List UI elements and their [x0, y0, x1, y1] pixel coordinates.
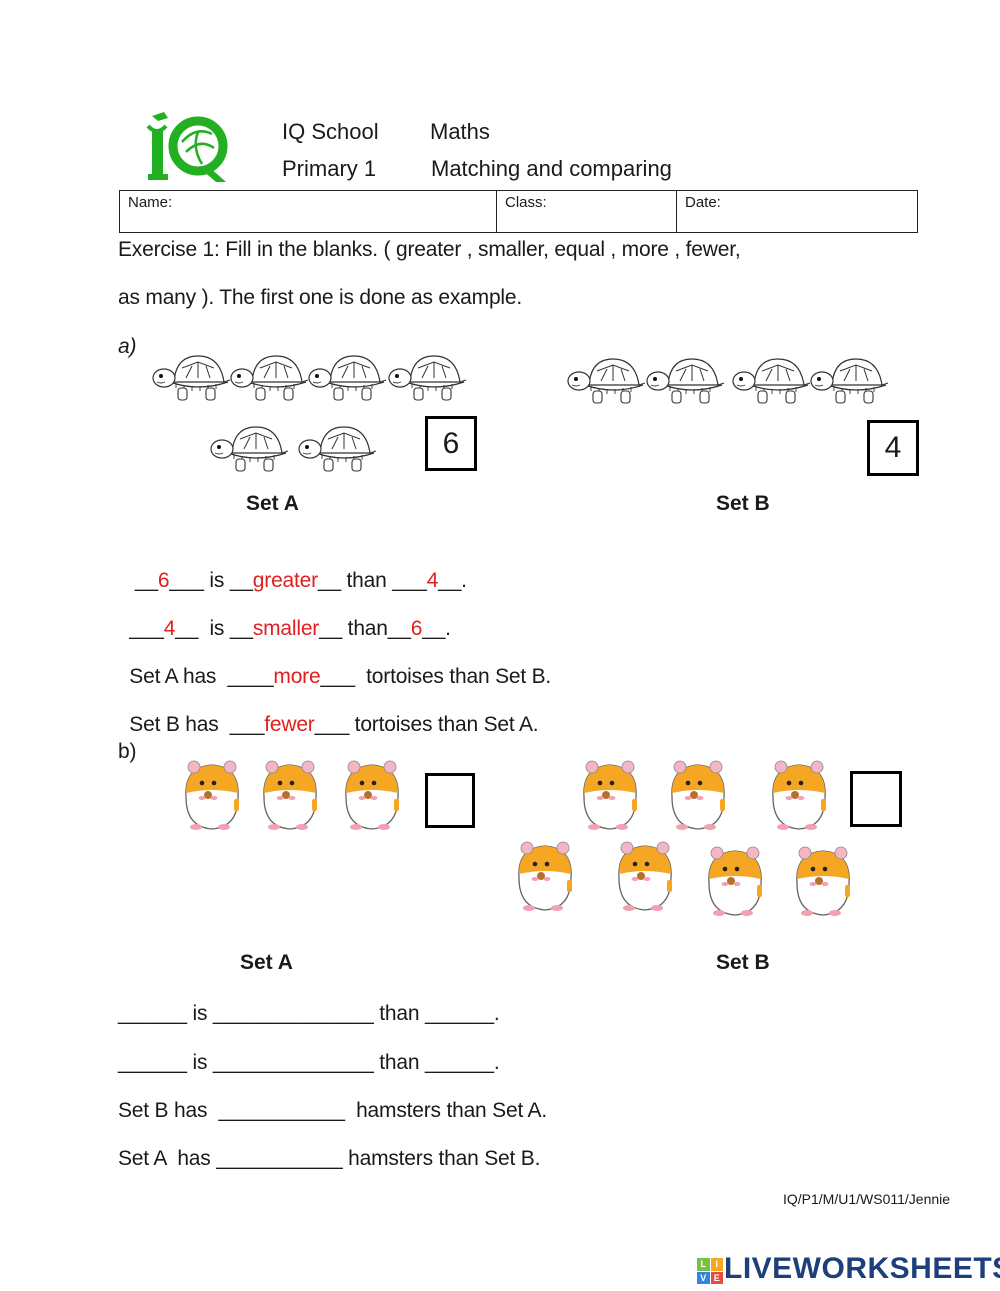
answer-blank[interactable]: greater	[253, 569, 318, 592]
date-field[interactable]: Date:	[677, 191, 917, 232]
part-b-set-b-label: Set B	[716, 951, 770, 974]
set-b-count-input[interactable]	[850, 771, 902, 827]
tortoise-icon	[308, 355, 387, 401]
set-b-count: 4	[884, 431, 902, 464]
student-info-table: Name: Class: Date:	[119, 190, 918, 233]
school-logo	[146, 112, 228, 184]
hamster-icon	[796, 846, 851, 917]
part-b-label: b)	[118, 740, 137, 763]
hamster-icon	[185, 760, 240, 831]
tortoise-icon	[732, 358, 811, 404]
hamster-icon	[263, 760, 318, 831]
answer-blank[interactable]: fewer	[264, 713, 315, 736]
tortoise-icon	[210, 426, 289, 472]
part-b-sentence-4[interactable]: Set A has ___________ hamsters than Set …	[118, 1147, 540, 1171]
liveworksheets-logo-icon: L I V E	[697, 1258, 723, 1284]
answer-blank[interactable]: more	[273, 665, 320, 688]
school-name: IQ School	[282, 119, 379, 144]
hamster-icon	[671, 760, 726, 831]
part-b-sentence-3[interactable]: Set B has ___________ hamsters than Set …	[118, 1099, 547, 1123]
hamster-icon	[518, 841, 573, 912]
hamster-icon	[618, 841, 673, 912]
tortoise-icon	[388, 355, 467, 401]
level: Primary 1	[282, 156, 377, 181]
part-a-sentence-3: Set A has ____more___ tortoises than Set…	[129, 665, 552, 688]
set-b-count-box: 4	[867, 420, 919, 476]
hamster-icon	[345, 760, 400, 831]
answer-blank[interactable]: 4	[427, 569, 439, 592]
liveworksheets-brand[interactable]: LIVEWORKSHEETS	[724, 1252, 1000, 1286]
part-a-sentence-4: Set B has ___fewer___ tortoises than Set…	[129, 713, 539, 736]
tortoise-icon	[230, 355, 309, 401]
part-a-set-a-label: Set A	[246, 492, 299, 515]
answer-blank[interactable]: smaller	[253, 617, 319, 640]
tortoise-icon	[152, 355, 231, 401]
answer-blank[interactable]: 6	[411, 617, 423, 640]
date-label: Date:	[685, 194, 721, 211]
set-a-count: 6	[442, 426, 460, 460]
hamster-icon	[583, 760, 638, 831]
tortoise-icon	[810, 358, 889, 404]
part-b-sentence-2[interactable]: ______ is ______________ than ______.	[118, 1051, 500, 1075]
worksheet-code: IQ/P1/M/U1/WS011/Jennie	[783, 1191, 951, 1207]
answer-blank[interactable]: 6	[158, 569, 170, 592]
part-a-set-b-label: Set B	[716, 492, 770, 515]
part-b-set-a-label: Set A	[240, 951, 293, 974]
set-a-count-input[interactable]	[425, 773, 475, 828]
part-a-sentence-2: ___4__ is __smaller__ than__6__.	[129, 617, 451, 640]
set-a-count-box: 6	[425, 416, 477, 471]
tortoise-icon	[298, 426, 377, 472]
tortoise-icon	[567, 358, 646, 404]
name-field[interactable]: Name:	[120, 191, 497, 232]
class-label: Class:	[505, 194, 547, 211]
topic: Matching and comparing	[431, 156, 672, 181]
instructions-line-1: Exercise 1: Fill in the blanks. ( greate…	[118, 238, 741, 261]
part-b-sentence-1[interactable]: ______ is ______________ than ______.	[118, 1002, 500, 1026]
answer-blank[interactable]: 4	[164, 617, 176, 640]
tortoise-icon	[646, 358, 725, 404]
name-label: Name:	[128, 194, 173, 211]
hamster-icon	[772, 760, 827, 831]
instructions-line-2: as many ). The first one is done as exam…	[118, 286, 523, 309]
class-field[interactable]: Class:	[497, 191, 677, 232]
part-a-label: a)	[118, 335, 137, 358]
hamster-icon	[708, 846, 763, 917]
subject: Maths	[430, 119, 490, 144]
part-a-sentence-1: __6___ is __greater__ than ___4__.	[129, 569, 467, 592]
